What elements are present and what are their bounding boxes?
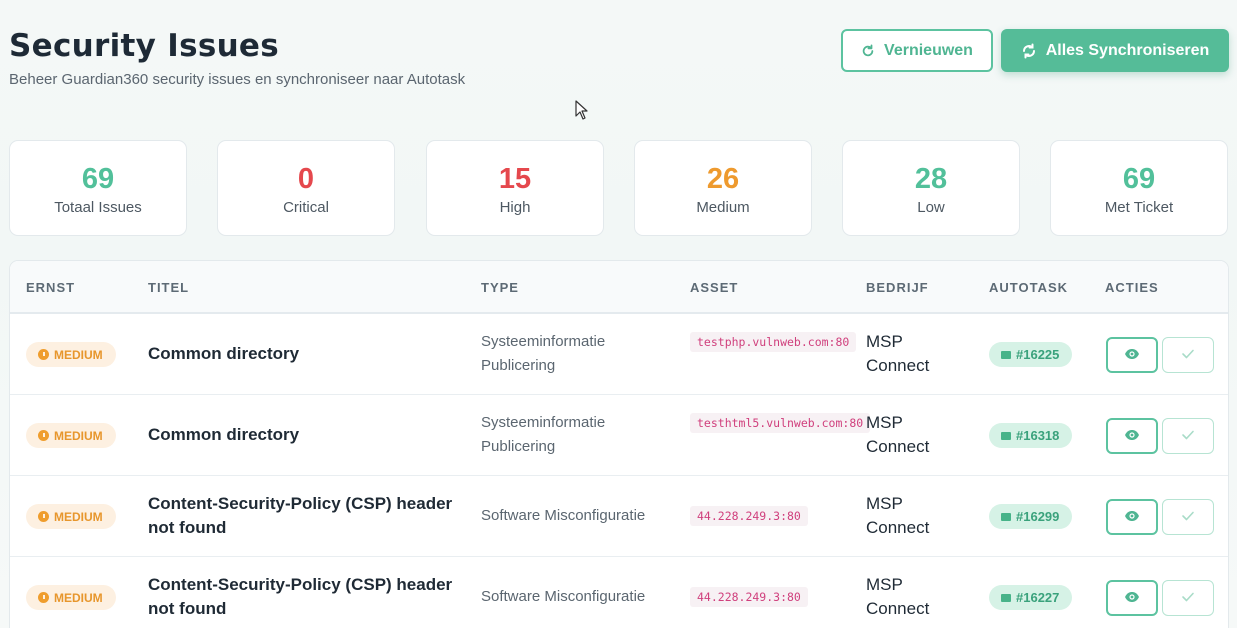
resolve-button[interactable] — [1162, 580, 1214, 616]
eye-icon — [1124, 348, 1140, 363]
column-header-title[interactable]: TITEL — [148, 280, 189, 295]
ticket-icon — [1001, 512, 1011, 521]
issue-asset: 44.228.249.3:80 — [690, 585, 835, 609]
view-button[interactable] — [1106, 418, 1158, 454]
table-header: ERNST TITEL TYPE ASSET BEDRIJF AUTOTASK … — [10, 261, 1228, 314]
table-row[interactable]: MEDIUM Common directory Systeeminformati… — [10, 314, 1228, 395]
alert-circle-icon — [38, 349, 49, 360]
issue-title[interactable]: Content-Security-Policy (CSP) header not… — [148, 492, 468, 540]
stat-label: Medium — [696, 198, 750, 216]
autotask-ticket-badge[interactable]: #16299 — [989, 504, 1072, 529]
autotask-ticket-badge[interactable]: #16318 — [989, 423, 1072, 448]
alert-circle-icon — [38, 430, 49, 441]
check-icon — [1181, 348, 1195, 363]
sync-icon — [1021, 43, 1037, 59]
stat-value: 26 — [706, 162, 740, 195]
view-button[interactable] — [1106, 337, 1158, 373]
eye-icon — [1124, 510, 1140, 525]
eye-icon — [1124, 429, 1140, 444]
severity-badge: MEDIUM — [26, 585, 116, 610]
stat-card-total: 69 Totaal Issues — [9, 140, 187, 236]
view-button[interactable] — [1106, 499, 1158, 535]
stat-label: Critical — [283, 198, 329, 216]
stat-value: 28 — [914, 162, 948, 195]
resolve-button[interactable] — [1162, 418, 1214, 454]
eye-icon — [1124, 591, 1140, 606]
stat-card-with-ticket: 69 Met Ticket — [1050, 140, 1228, 236]
resolve-button[interactable] — [1162, 499, 1214, 535]
column-header-asset[interactable]: ASSET — [690, 280, 738, 295]
mouse-cursor-icon — [575, 100, 589, 125]
issue-type: Software Misconfiguratie — [481, 588, 646, 605]
stat-label: High — [499, 198, 531, 216]
stat-card-low: 28 Low — [842, 140, 1020, 236]
column-header-autotask[interactable]: AUTOTASK — [989, 280, 1068, 295]
stat-label: Low — [917, 198, 945, 216]
issue-asset: testhtml5.vulnweb.com:80 — [690, 411, 871, 435]
column-header-severity[interactable]: ERNST — [26, 280, 75, 295]
page-subtitle: Beheer Guardian360 security issues en sy… — [9, 71, 466, 88]
page-title: Security Issues — [9, 28, 280, 64]
stat-value: 0 — [297, 162, 315, 195]
refresh-button[interactable]: Vernieuwen — [841, 29, 993, 72]
issue-company: MSP Connect — [866, 494, 930, 537]
issue-title[interactable]: Content-Security-Policy (CSP) header not… — [148, 573, 468, 621]
autotask-ticket-badge[interactable]: #16227 — [989, 585, 1072, 610]
table-row[interactable]: MEDIUM Common directory Systeeminformati… — [10, 395, 1228, 476]
issue-company: MSP Connect — [866, 332, 930, 375]
issue-title[interactable]: Common directory — [148, 423, 468, 447]
autotask-ticket-badge[interactable]: #16225 — [989, 342, 1072, 367]
stat-card-critical: 0 Critical — [217, 140, 395, 236]
severity-badge: MEDIUM — [26, 504, 116, 529]
stat-card-medium: 26 Medium — [634, 140, 812, 236]
refresh-icon — [861, 43, 875, 58]
issue-type: Systeeminformatie Publicering — [481, 414, 606, 455]
refresh-button-label: Vernieuwen — [884, 41, 973, 59]
issue-type: Software Misconfiguratie — [481, 507, 646, 524]
sync-button-label: Alles Synchroniseren — [1045, 41, 1210, 59]
table-row[interactable]: MEDIUM Content-Security-Policy (CSP) hea… — [10, 476, 1228, 557]
issue-asset: testphp.vulnweb.com:80 — [690, 330, 857, 354]
issues-table: ERNST TITEL TYPE ASSET BEDRIJF AUTOTASK … — [9, 260, 1229, 628]
check-icon — [1181, 510, 1195, 525]
ticket-icon — [1001, 431, 1011, 440]
issue-company: MSP Connect — [866, 413, 930, 456]
issue-company: MSP Connect — [866, 575, 930, 618]
stat-value: 69 — [1122, 162, 1156, 195]
severity-badge: MEDIUM — [26, 342, 116, 367]
stat-value: 15 — [498, 162, 532, 195]
view-button[interactable] — [1106, 580, 1158, 616]
stats-row: 69 Totaal Issues 0 Critical 15 High 26 M… — [9, 140, 1229, 236]
ticket-icon — [1001, 593, 1011, 602]
column-header-actions: ACTIES — [1105, 280, 1159, 295]
check-icon — [1181, 429, 1195, 444]
stat-value: 69 — [81, 162, 115, 195]
page-header: Security Issues Beheer Guardian360 secur… — [9, 26, 465, 88]
resolve-button[interactable] — [1162, 337, 1214, 373]
sync-all-button[interactable]: Alles Synchroniseren — [1001, 29, 1229, 72]
severity-badge: MEDIUM — [26, 423, 116, 448]
issue-title[interactable]: Common directory — [148, 342, 468, 366]
stat-label: Met Ticket — [1104, 198, 1174, 216]
alert-circle-icon — [38, 592, 49, 603]
column-header-type[interactable]: TYPE — [481, 280, 519, 295]
alert-circle-icon — [38, 511, 49, 522]
ticket-icon — [1001, 350, 1011, 359]
table-row[interactable]: MEDIUM Content-Security-Policy (CSP) hea… — [10, 557, 1228, 628]
issue-type: Systeeminformatie Publicering — [481, 333, 606, 374]
issue-asset: 44.228.249.3:80 — [690, 504, 835, 528]
stat-label: Totaal Issues — [54, 198, 142, 216]
check-icon — [1181, 591, 1195, 606]
column-header-company[interactable]: BEDRIJF — [866, 280, 929, 295]
stat-card-high: 15 High — [426, 140, 604, 236]
